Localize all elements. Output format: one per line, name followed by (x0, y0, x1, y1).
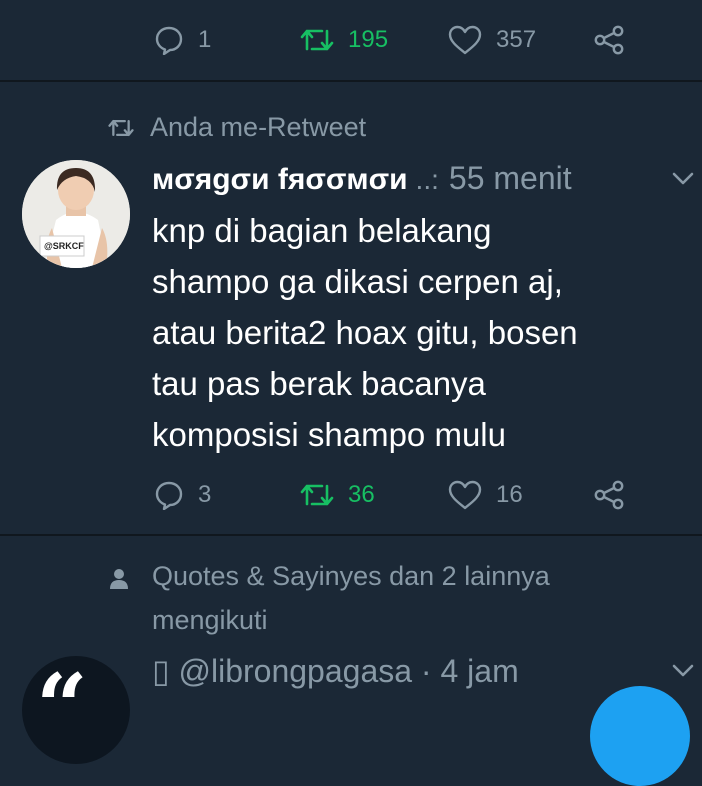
tweet-handle-time[interactable]: ▯ @librongpagasa · 4 jam (152, 652, 519, 690)
retweet-context: Anda me-Retweet (108, 112, 366, 143)
tweet-text-line: komposisi shampo mulu (152, 416, 506, 453)
tweet-text-line: knp di bagian belakang (152, 212, 492, 249)
follow-context-line: mengikuti (152, 605, 268, 635)
like-count: 357 (496, 26, 537, 53)
follow-context: Quotes & Sayinyes dan 2 lainnya mengikut… (152, 554, 672, 642)
heart-icon (448, 25, 482, 55)
share-button[interactable] (594, 475, 626, 515)
avatar-photo (22, 160, 130, 268)
chevron-down-icon[interactable] (672, 664, 694, 678)
tweet-body: knp di bagian belakang shampo ga dikasi … (152, 205, 682, 460)
retweet-icon (300, 484, 334, 506)
tweet-timestamp[interactable]: 55 menit (449, 160, 572, 197)
retweet-button[interactable]: 36 (300, 475, 375, 515)
tweet-text-line: atau berita2 hoax gitu, bosen (152, 314, 578, 351)
share-icon (594, 25, 624, 55)
avatar[interactable]: @SRKCF (22, 160, 130, 268)
like-button[interactable]: 16 (448, 475, 523, 515)
like-button[interactable]: 357 (448, 20, 536, 60)
tweet-divider (0, 534, 702, 536)
person-icon (110, 569, 128, 589)
chevron-down-icon[interactable] (672, 172, 694, 186)
retweet-icon (300, 29, 334, 51)
reply-button[interactable]: 3 (154, 475, 211, 515)
quote-glyph: “ (36, 656, 88, 760)
display-name[interactable]: мσяgσи fяσσмσи (152, 163, 408, 197)
reply-button[interactable]: 1 (154, 20, 211, 60)
reply-count: 1 (198, 26, 212, 53)
avatar-sign-text: @SRKCF (44, 241, 84, 251)
tweet-text-line: tau pas berak bacanya (152, 365, 486, 402)
reply-icon (155, 481, 183, 510)
tweet-header: ▯ @librongpagasa · 4 jam (152, 652, 519, 690)
avatar[interactable]: “ (22, 656, 130, 764)
reply-count: 3 (198, 481, 212, 508)
like-count: 16 (496, 481, 523, 508)
retweet-count: 195 (348, 26, 389, 53)
share-icon (594, 480, 624, 510)
follow-context-line: Quotes & Sayinyes dan 2 lainnya (152, 561, 550, 591)
retweet-context-label: Anda me-Retweet (150, 112, 367, 142)
retweet-count: 36 (348, 481, 375, 508)
main-tweet-actions: 3 36 16 (0, 475, 702, 515)
tweet-text-line: shampo ga dikasi cerpen aj, (152, 263, 563, 300)
compose-button[interactable] (590, 686, 690, 786)
name-suffix: ..: (415, 164, 439, 195)
retweet-button[interactable]: 195 (300, 20, 388, 60)
heart-icon (448, 480, 482, 510)
tweet-divider (0, 80, 702, 82)
tweet-header: мσяgσи fяσσмσи ..: 55 menit (152, 160, 572, 197)
share-button[interactable] (594, 20, 626, 60)
reply-icon (155, 26, 183, 55)
top-tweet-actions: 1 195 357 (0, 20, 702, 60)
retweet-small-icon (108, 119, 134, 136)
